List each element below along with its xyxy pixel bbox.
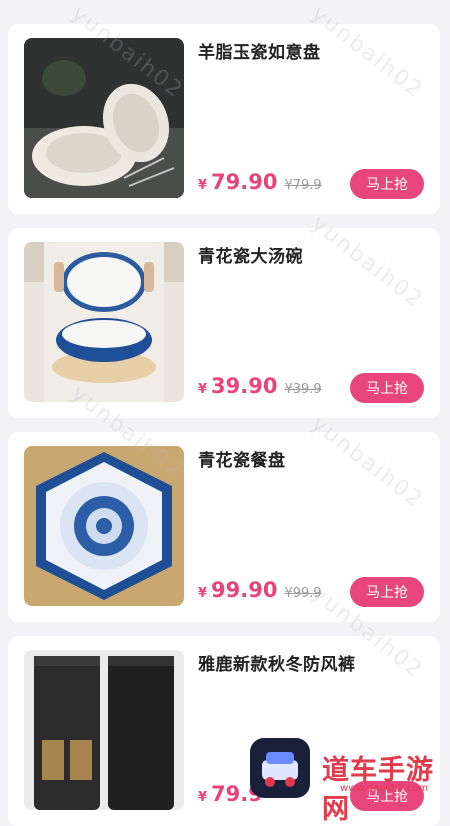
buy-now-button[interactable]: 马上抢: [350, 169, 424, 199]
original-price: ¥39.9: [284, 382, 322, 397]
site-url: www.daoch2.com: [340, 783, 429, 794]
currency-symbol: ¥: [198, 790, 208, 805]
product-image[interactable]: [24, 242, 184, 402]
product-price: 99.90: [211, 578, 278, 602]
product-card[interactable]: 青花瓷餐盘 ¥ 99.90 ¥99.9 马上抢: [8, 432, 440, 622]
product-title[interactable]: 青花瓷餐盘: [198, 446, 286, 471]
original-price: ¥99.9: [284, 586, 322, 601]
currency-symbol: ¥: [198, 178, 208, 193]
currency-symbol: ¥: [198, 586, 208, 601]
buy-now-button[interactable]: 马上抢: [350, 373, 424, 403]
product-image[interactable]: [24, 650, 184, 810]
buy-now-button[interactable]: 马上抢: [350, 577, 424, 607]
product-image[interactable]: [24, 38, 184, 198]
original-price: ¥79.9: [284, 178, 322, 193]
price-row: ¥ 99.90 ¥99.9: [198, 578, 322, 608]
product-title[interactable]: 雅鹿新款秋冬防风裤: [198, 650, 356, 675]
product-title[interactable]: 羊脂玉瓷如意盘: [198, 38, 321, 63]
product-card[interactable]: 羊脂玉瓷如意盘 ¥ 79.90 ¥79.9 马上抢: [8, 24, 440, 214]
product-card[interactable]: 青花瓷大汤碗 ¥ 39.90 ¥39.9 马上抢: [8, 228, 440, 418]
product-price: 39.90: [211, 374, 278, 398]
price-row: ¥ 39.90 ¥39.9: [198, 374, 322, 404]
price-row: ¥ 79.90 ¥79.9: [198, 170, 322, 200]
product-title[interactable]: 青花瓷大汤碗: [198, 242, 303, 267]
currency-symbol: ¥: [198, 382, 208, 397]
product-price: 79.90: [211, 170, 278, 194]
product-image[interactable]: [24, 446, 184, 606]
site-logo-icon: [250, 738, 310, 798]
